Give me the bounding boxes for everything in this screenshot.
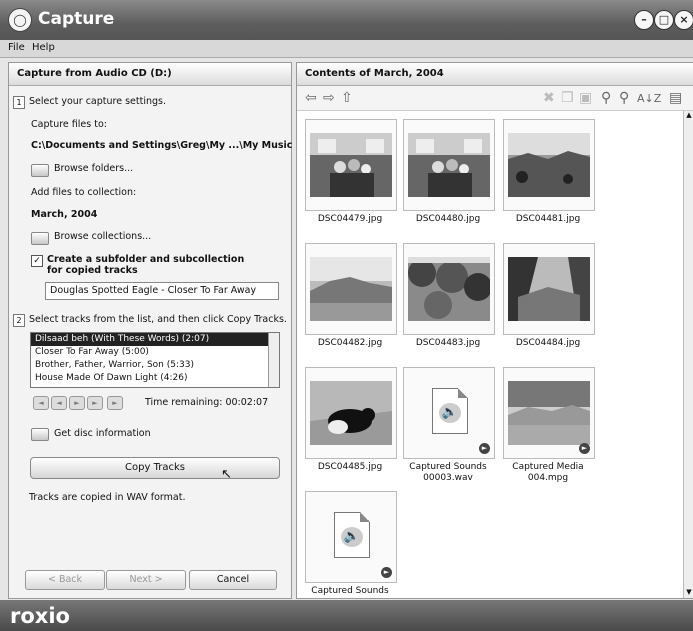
properties-icon[interactable]: ▣ (579, 90, 592, 106)
thumbnail-item[interactable]: 🔈 ► (403, 367, 495, 459)
mouse-cursor-icon: ↖ (221, 467, 232, 482)
app-icon: ◯ (8, 8, 32, 32)
next-track-button[interactable]: ► (107, 396, 123, 410)
photo-thumbnail (408, 257, 490, 321)
fast-forward-button[interactable]: ► (87, 396, 103, 410)
scroll-down-icon[interactable]: ▼ (685, 588, 693, 598)
zoom-out-icon[interactable]: ⚲ (619, 90, 629, 106)
sound-file-icon: 🔈 (432, 388, 468, 434)
get-disc-info-button[interactable] (31, 428, 49, 441)
step-1-number: 1 (13, 96, 25, 109)
thumbnail-item[interactable]: ► (503, 367, 595, 459)
thumbnail-caption: Captured Sounds (311, 586, 389, 596)
minimize-button[interactable]: – (634, 10, 654, 30)
contents-panel: Contents of March, 2004 ⇦ ⇨ ⇧ ✖ ❐ ▣ ⚲ ⚲ … (296, 62, 693, 599)
get-disc-info-label[interactable]: Get disc information (54, 428, 151, 439)
collection-name: March, 2004 (31, 209, 98, 220)
forward-arrow-icon[interactable]: ⇨ (323, 90, 335, 106)
browse-collections-button[interactable] (31, 232, 49, 245)
play-badge-icon: ► (479, 443, 490, 454)
play-button[interactable]: ► (69, 396, 85, 410)
thumbnail-item[interactable] (305, 119, 397, 211)
sort-icon[interactable]: A↓Z (637, 92, 661, 105)
cancel-button[interactable]: Cancel (189, 570, 277, 590)
menu-bar: File Help (0, 40, 693, 58)
track-item[interactable]: Closer To Far Away (5:00) (31, 346, 279, 359)
step-2-text: Select tracks from the list, and then cl… (29, 314, 287, 325)
contents-toolbar: ⇦ ⇨ ⇧ ✖ ❐ ▣ ⚲ ⚲ A↓Z ▤ (297, 86, 693, 111)
capture-panel-header: Capture from Audio CD (D:) (9, 63, 291, 86)
window-title: Capture (38, 9, 115, 29)
play-badge-icon: ► (381, 567, 392, 578)
sound-file-icon: 🔈 (334, 512, 370, 558)
photo-thumbnail (508, 257, 590, 321)
up-folder-icon[interactable]: ⇧ (341, 90, 353, 106)
back-arrow-icon[interactable]: ⇦ (305, 90, 317, 106)
copy-tracks-button[interactable]: Copy Tracks (30, 457, 280, 479)
capture-to-path: C:\Documents and Settings\Greg\My ...\My… (31, 140, 293, 151)
thumbnail-item[interactable] (305, 367, 397, 459)
thumbnail-item[interactable] (403, 119, 495, 211)
prev-track-button[interactable]: ◄ (33, 396, 49, 410)
photo-thumbnail (408, 133, 490, 197)
thumbnail-item[interactable] (403, 243, 495, 335)
step-1-text: Select your capture settings. (29, 96, 166, 107)
thumbnail-caption: DSC04479.jpg (317, 214, 383, 224)
delete-icon[interactable]: ✖ (543, 90, 555, 106)
thumbnail-caption: Captured Media 004.mpg (512, 462, 584, 483)
zoom-in-icon[interactable]: ⚲ (601, 90, 611, 106)
menu-help[interactable]: Help (32, 42, 55, 53)
track-item[interactable]: Brother, Father, Warrior, Son (5:33) (31, 359, 279, 372)
scroll-up-icon[interactable]: ▲ (685, 111, 693, 121)
close-button[interactable]: × (674, 10, 693, 30)
track-item[interactable]: Dilsaad beh (With These Words) (2:07) (31, 333, 279, 346)
add-to-collection-label: Add files to collection: (31, 187, 137, 198)
contents-panel-header: Contents of March, 2004 (297, 63, 693, 86)
thumbnail-grid: DSC04479.jpg DSC04480.jpg DSC04481.jpg D… (297, 111, 683, 598)
browse-collections-label[interactable]: Browse collections... (54, 231, 151, 242)
thumbnail-item[interactable] (503, 119, 595, 211)
thumbnail-item[interactable] (503, 243, 595, 335)
photo-thumbnail (508, 381, 590, 445)
rewind-button[interactable]: ◄ (51, 396, 67, 410)
thumbnail-caption: DSC04484.jpg (515, 338, 581, 348)
contents-scrollbar[interactable]: ▲ ▼ (683, 111, 693, 598)
menu-file[interactable]: File (8, 42, 25, 53)
track-item[interactable]: House Made Of Dawn Light (4:26) (31, 372, 279, 385)
browse-folders-button[interactable] (31, 164, 49, 177)
capture-panel: Capture from Audio CD (D:) 1 Select your… (8, 62, 292, 599)
thumbnail-caption: DSC04480.jpg (415, 214, 481, 224)
copy-icon[interactable]: ❐ (561, 90, 574, 106)
time-remaining: Time remaining: 00:02:07 (145, 397, 269, 408)
play-badge-icon: ► (579, 443, 590, 454)
bottom-bar: roxio (0, 600, 693, 631)
thumbnail-caption: DSC04485.jpg (317, 462, 383, 472)
roxio-logo: roxio (10, 604, 70, 628)
create-subfolder-checkbox[interactable]: ✓ (31, 255, 43, 267)
thumbnail-caption: DSC04481.jpg (515, 214, 581, 224)
thumbnail-caption: DSC04483.jpg (415, 338, 481, 348)
back-button[interactable]: < Back (25, 570, 105, 590)
capture-to-label: Capture files to: (31, 119, 107, 130)
photo-thumbnail (310, 133, 392, 197)
format-note: Tracks are copied in WAV format. (29, 492, 186, 503)
maximize-button[interactable]: □ (654, 10, 674, 30)
step-2-number: 2 (13, 314, 25, 327)
view-icon[interactable]: ▤ (669, 90, 682, 106)
next-button[interactable]: Next > (106, 570, 186, 590)
thumbnail-item[interactable]: 🔈 ► (305, 491, 397, 583)
browse-folders-label[interactable]: Browse folders... (54, 163, 133, 174)
track-list[interactable]: Dilsaad beh (With These Words) (2:07) Cl… (30, 332, 280, 388)
photo-thumbnail (310, 257, 392, 321)
thumbnail-caption: DSC04482.jpg (317, 338, 383, 348)
thumbnail-caption: Captured Sounds 00003.wav (409, 462, 487, 483)
photo-thumbnail (508, 133, 590, 197)
create-subfolder-label: Create a subfolder and subcollection for… (47, 254, 245, 276)
photo-thumbnail (310, 381, 392, 445)
thumbnail-item[interactable] (305, 243, 397, 335)
title-bar: ◯ Capture – □ × (0, 0, 693, 40)
track-list-scrollbar[interactable] (268, 333, 279, 387)
subfolder-name-field[interactable]: Douglas Spotted Eagle - Closer To Far Aw… (45, 282, 279, 300)
